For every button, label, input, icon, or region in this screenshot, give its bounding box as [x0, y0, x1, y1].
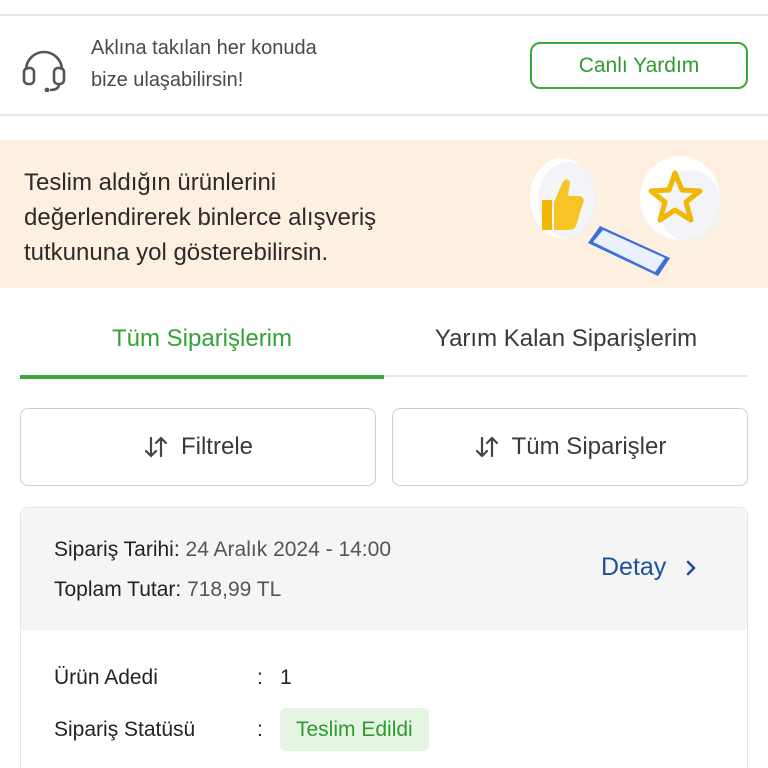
review-banner[interactable]: Teslim aldığın ürünlerini değerlendirere… [0, 140, 768, 288]
order-total-value: 718,99 TL [187, 578, 282, 601]
order-status-label: Sipariş Statüsü [54, 718, 196, 741]
review-banner-text: Teslim aldığın ürünlerini değerlendirere… [24, 165, 464, 270]
star-icon [640, 156, 722, 242]
order-card-header: Sipariş Tarihi: 24 Aralık 2024 - 14:00 T… [21, 508, 747, 630]
tab-all-orders[interactable]: Tüm Siparişlerim [20, 300, 384, 379]
help-divider [0, 114, 768, 116]
filter-button[interactable]: Filtrele [20, 408, 376, 486]
help-section: Aklına takılan her konuda bize ulaşabili… [0, 16, 768, 114]
product-count-label: Ürün Adedi [54, 666, 158, 689]
help-text-line1: Aklına takılan her konuda [91, 37, 317, 59]
review-illustration [530, 156, 722, 276]
sort-arrows-icon [144, 436, 168, 458]
order-tabs: Tüm Siparişlerim Yarım Kalan Siparişleri… [20, 300, 748, 379]
separator: : [257, 666, 263, 689]
all-orders-label: Tüm Siparişler [511, 433, 667, 460]
help-text-line2: bize ulaşabilirsin! [91, 69, 244, 91]
order-card: Sipariş Tarihi: 24 Aralık 2024 - 14:00 T… [20, 507, 748, 768]
order-detail-label: Detay [601, 553, 667, 581]
status-badge: Teslim Edildi [280, 708, 429, 751]
order-total-label: Toplam Tutar: [54, 578, 182, 601]
order-detail-link[interactable]: Detay [601, 553, 700, 582]
live-help-button[interactable]: Canlı Yardım [530, 42, 748, 89]
headset-icon [22, 50, 66, 92]
filter-button-label: Filtrele [180, 433, 253, 460]
all-orders-dropdown[interactable]: Tüm Siparişler [392, 408, 748, 486]
phone-icon [588, 226, 670, 276]
order-date-label: Sipariş Tarihi: [54, 538, 180, 561]
order-date-value: 24 Aralık 2024 - 14:00 [185, 538, 391, 561]
order-total: Toplam Tutar: 718,99 TL [54, 578, 281, 602]
tab-incomplete-orders[interactable]: Yarım Kalan Siparişlerim [384, 300, 748, 377]
separator: : [257, 718, 263, 741]
review-text-line1: Teslim aldığın ürünlerini [24, 169, 277, 196]
product-count-value: 1 [280, 666, 292, 689]
help-text: Aklına takılan her konuda bize ulaşabili… [91, 32, 381, 96]
review-text-line3: tutkununa yol gösterebilirsin. [24, 239, 329, 266]
chevron-right-icon [687, 560, 696, 575]
sort-arrows-icon [475, 436, 498, 458]
thumbs-up-icon [530, 158, 598, 238]
review-text-line2: değerlendirerek binlerce alışveriş [24, 204, 377, 231]
order-date: Sipariş Tarihi: 24 Aralık 2024 - 14:00 [54, 538, 391, 562]
